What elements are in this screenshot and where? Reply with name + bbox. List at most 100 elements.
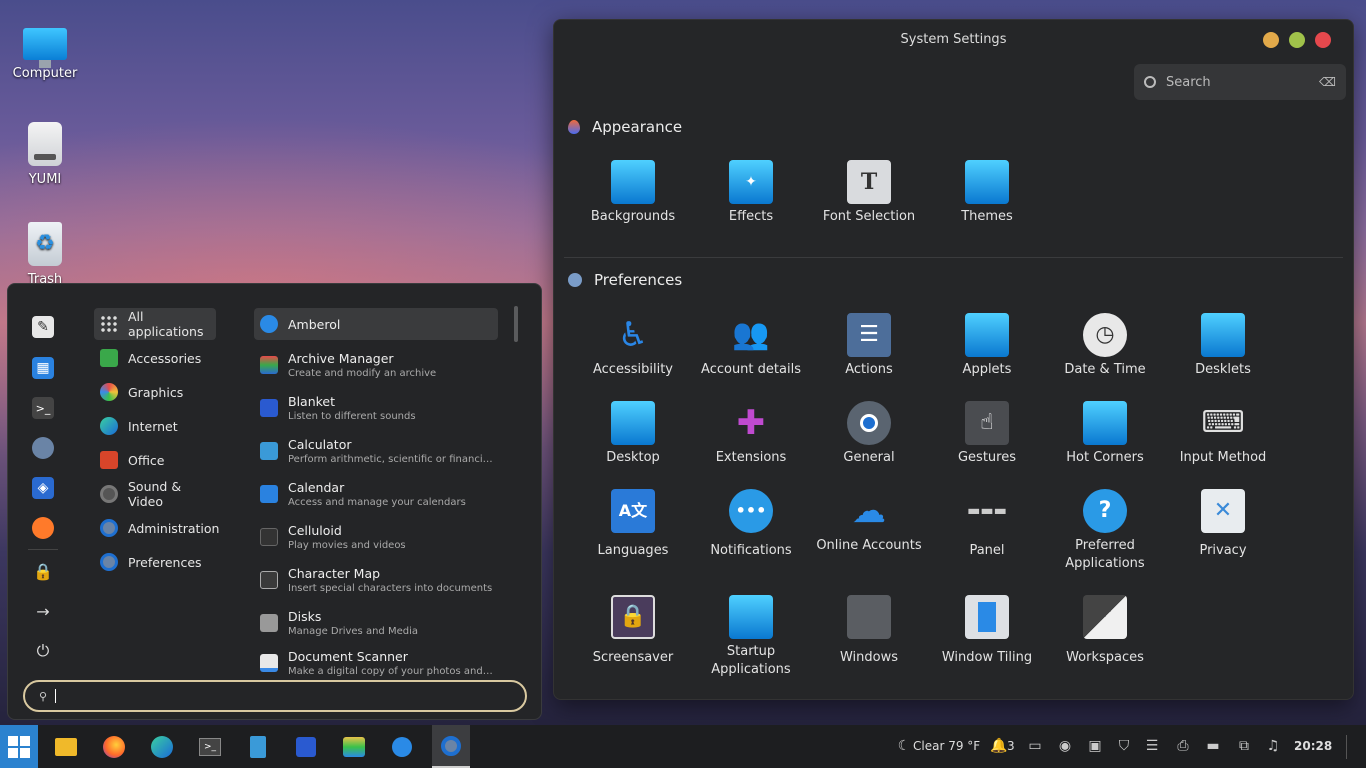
software-manager-icon[interactable]: ◈	[32, 477, 54, 499]
settings-item-font-selection[interactable]: T Font Selection	[810, 160, 928, 226]
appearance-icon	[568, 120, 580, 134]
network-icon[interactable]: ⧉	[1236, 738, 1252, 754]
sound-icon[interactable]: ♫	[1265, 738, 1281, 754]
settings-item-general[interactable]: General	[810, 401, 928, 467]
text-editor-icon[interactable]: ✎	[32, 316, 54, 338]
settings-item-backgrounds[interactable]: Backgrounds	[574, 160, 692, 226]
maximize-button[interactable]	[1289, 32, 1305, 48]
settings-item-preferred-applications[interactable]: ? Preferred Applications	[1046, 489, 1164, 573]
item-label: Workspaces	[1066, 650, 1144, 665]
character-map-icon	[260, 571, 278, 589]
category-office[interactable]: Office	[94, 444, 216, 476]
settings-item-actions[interactable]: ☰ Actions	[810, 313, 928, 379]
taskbar-amberol[interactable]	[386, 731, 418, 763]
desktop-icon-yumi[interactable]: YUMI	[4, 122, 86, 187]
menu-search-input[interactable]: ⚲	[23, 680, 527, 712]
settings-item-hot-corners[interactable]: Hot Corners	[1046, 401, 1164, 467]
settings-search-input[interactable]: Search ⌫	[1134, 64, 1346, 100]
terminal-icon[interactable]: >_	[32, 397, 54, 419]
section-heading: Preferences	[594, 271, 683, 289]
shield-icon[interactable]: ⛉	[1116, 738, 1132, 754]
settings-item-date-time[interactable]: ◷ Date & Time	[1046, 313, 1164, 379]
weather-text[interactable]: Clear 79 °F	[913, 739, 980, 753]
app-item-calculator[interactable]: Calculator Perform arithmetic, scientific…	[254, 433, 498, 469]
battery-icon[interactable]: ▭	[1027, 738, 1043, 754]
settings-item-languages[interactable]: A文 Languages	[574, 489, 692, 560]
desktop-icon-computer[interactable]: Computer	[4, 22, 86, 81]
settings-item-startup-applications[interactable]: Startup Applications	[692, 595, 810, 679]
settings-item-applets[interactable]: Applets	[928, 313, 1046, 379]
settings-item-extensions[interactable]: ✚ Extensions	[692, 401, 810, 467]
category-graphics[interactable]: Graphics	[94, 376, 216, 408]
taskbar-edge[interactable]	[146, 731, 178, 763]
windows-icon	[847, 595, 891, 639]
settings-gear-icon[interactable]	[32, 437, 54, 459]
app-description: Listen to different sounds	[288, 411, 416, 422]
app-item-amberol[interactable]: Amberol	[254, 308, 498, 340]
settings-item-window-tiling[interactable]: Window Tiling	[928, 595, 1046, 667]
start-menu-button[interactable]	[0, 725, 38, 768]
category-all-applications[interactable]: All applications	[94, 308, 216, 340]
calendar-icon[interactable]: ▦	[32, 357, 54, 379]
scanner-icon	[260, 654, 278, 672]
taskbar-terminal[interactable]: >_	[194, 731, 226, 763]
settings-item-input-method[interactable]: ⌨ Input Method	[1164, 401, 1282, 467]
printer-icon[interactable]: ⎙	[1175, 738, 1191, 754]
settings-item-panel[interactable]: ▬▬▬ Panel	[928, 489, 1046, 560]
settings-item-desktop[interactable]: Desktop	[574, 401, 692, 467]
settings-item-workspaces[interactable]: Workspaces	[1046, 595, 1164, 667]
minimize-button[interactable]	[1263, 32, 1279, 48]
settings-item-desklets[interactable]: Desklets	[1164, 313, 1282, 379]
notifications-bell-icon[interactable]: 🔔	[990, 738, 1007, 754]
desktop-icon-trash[interactable]: ♻ Trash	[4, 222, 86, 287]
show-desktop-button[interactable]	[1346, 735, 1360, 759]
category-sound-video[interactable]: Sound & Video	[94, 478, 216, 510]
section-heading: Appearance	[592, 118, 683, 136]
taskbar-system-settings[interactable]	[432, 725, 470, 768]
settings-item-account-details[interactable]: 👥 Account details	[692, 313, 810, 379]
app-item-celluloid[interactable]: Celluloid Play movies and videos	[254, 519, 498, 555]
clock[interactable]: 20:28	[1294, 739, 1332, 753]
app-item-disks[interactable]: Disks Manage Drives and Media	[254, 605, 498, 641]
settings-item-privacy[interactable]: ✕ Privacy	[1164, 489, 1282, 560]
drive-icon[interactable]: ▬	[1205, 738, 1221, 754]
settings-item-online-accounts[interactable]: ☁ Online Accounts	[810, 489, 928, 555]
settings-item-gestures[interactable]: ☝ Gestures	[928, 401, 1046, 467]
taskbar-calculator[interactable]	[242, 731, 274, 763]
clear-search-icon[interactable]: ⌫	[1319, 75, 1336, 89]
taskbar-files[interactable]	[50, 731, 82, 763]
category-preferences[interactable]: Preferences	[94, 546, 216, 578]
taskbar-layers-app[interactable]	[338, 731, 370, 763]
power-icon[interactable]: ⏻	[32, 640, 54, 662]
app-item-character-map[interactable]: Character Map Insert special characters i…	[254, 562, 498, 598]
category-internet[interactable]: Internet	[94, 410, 216, 442]
app-item-document-scanner[interactable]: Document Scanner Make a digital copy of y…	[254, 648, 498, 678]
item-label: Screensaver	[592, 650, 674, 665]
app-item-blanket[interactable]: Blanket Listen to different sounds	[254, 390, 498, 426]
general-gear-icon	[847, 401, 891, 445]
item-label: Input Method	[1179, 450, 1267, 465]
settings-item-screensaver[interactable]: 🔒 Screensaver	[574, 595, 692, 667]
lock-screen-icon[interactable]: 🔒	[32, 560, 54, 582]
close-button[interactable]	[1315, 32, 1331, 48]
notes-icon[interactable]: ☰	[1144, 738, 1160, 754]
category-administration[interactable]: Administration	[94, 512, 219, 544]
app-list-scrollbar[interactable]	[514, 306, 518, 342]
archive-icon	[260, 356, 278, 374]
settings-item-windows[interactable]: Windows	[810, 595, 928, 667]
logout-icon[interactable]: →	[32, 600, 54, 622]
category-accessories[interactable]: Accessories	[94, 342, 216, 374]
item-label: Online Accounts	[816, 538, 922, 553]
settings-item-accessibility[interactable]: ♿ Accessibility	[574, 313, 692, 379]
taskbar-firefox[interactable]	[98, 731, 130, 763]
settings-item-notifications[interactable]: ••• Notifications	[692, 489, 810, 560]
taskbar-software-manager[interactable]	[290, 731, 322, 763]
clipboard-icon[interactable]: ▣	[1087, 738, 1103, 754]
settings-item-effects[interactable]: ✦ Effects	[692, 160, 810, 226]
weather-icon[interactable]: ☾	[896, 738, 912, 754]
app-item-calendar[interactable]: Calendar Access and manage your calendars	[254, 476, 498, 512]
settings-item-themes[interactable]: Themes	[928, 160, 1046, 226]
screenshot-icon[interactable]: ◉	[1057, 738, 1073, 754]
app-item-archive-manager[interactable]: Archive Manager Create and modify an arch…	[254, 347, 498, 383]
firefox-icon[interactable]	[32, 517, 54, 539]
